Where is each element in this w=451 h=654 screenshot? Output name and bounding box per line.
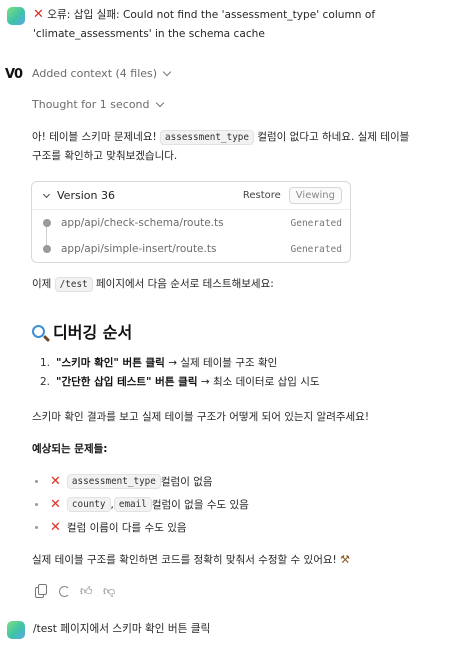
list-item: ✕ county, email 컬럼이 없을 수도 있음 [32, 493, 249, 516]
chevron-down-icon [155, 98, 164, 108]
intro-text-b: 컬럼이 없다고 하네요. 실제 테이블 [254, 131, 410, 143]
restore-button[interactable]: Restore [243, 190, 281, 201]
inline-code: assessment_type [66, 474, 161, 489]
expected-title: 예상되는 문제들: [32, 440, 107, 459]
tools-icon: ⚒ [340, 553, 350, 566]
step-number: 2. [40, 376, 51, 388]
version-title: Version 36 [57, 189, 115, 202]
magnifying-glass-icon [32, 324, 45, 338]
issue-text: 컬럼이 없을 수도 있음 [151, 499, 249, 511]
thought-toggle[interactable]: Thought for 1 second [32, 98, 164, 111]
user-message-2: /test 페이지에서 스키마 확인 버튼 클릭 [33, 623, 211, 635]
result-paragraph: 스키마 확인 결과를 보고 실제 테이블 구조가 어떻게 되어 있는지 알려주세… [32, 411, 370, 423]
test-paragraph: 이제 /test 페이지에서 다음 순서로 테스트해보세요: [32, 275, 274, 294]
step-bold: "간단한 삽입 테스트" 버튼 클릭 [56, 376, 198, 388]
closing-paragraph: 실제 테이블 구조를 확인하면 코드를 정확히 맞춰서 수정할 수 있어요! ⚒ [32, 550, 350, 570]
user-avatar [7, 7, 25, 25]
step-bold: "스키마 확인" 버튼 클릭 [56, 357, 165, 369]
cross-mark-icon: ✕ [50, 474, 61, 489]
list-item: ✕ assessment_type 컬럼이 없음 [32, 470, 249, 493]
file-path: app/api/check-schema/route.ts [61, 217, 224, 229]
cross-mark-icon: ✕ [50, 520, 61, 535]
section-heading: 디버깅 순서 [32, 319, 132, 343]
added-context-label: Added context (4 files) [32, 67, 158, 80]
step-rest: → 실제 테이블 구조 확인 [164, 357, 278, 369]
message-actions: 👍︎ 👎︎ [34, 584, 117, 598]
issue-text: 컬럼 이름이 다를 수도 있음 [66, 522, 187, 534]
intro-text-c: 구조를 확인하고 맞춰보겠습니다. [32, 150, 178, 162]
issues-list: ✕ assessment_type 컬럼이 없음 ✕ county, email… [32, 470, 249, 539]
inline-code: email [113, 497, 152, 512]
file-path: app/api/simple-insert/route.ts [61, 243, 217, 255]
step-rest: → 최소 데이터로 삽입 시도 [197, 376, 320, 388]
inline-code: county [66, 497, 111, 512]
version-card-header[interactable]: Version 36 Restore Viewing [32, 182, 350, 210]
user-message-error: ✕ 오류: 삽입 실패: Could not find the 'assessm… [33, 6, 443, 44]
test-text-a: 이제 [32, 278, 55, 290]
list-item: ✕ 컬럼 이름이 다를 수도 있음 [32, 516, 249, 539]
bullet [35, 503, 38, 506]
thumbs-up-icon[interactable]: 👍︎ [80, 584, 94, 598]
version-card: Version 36 Restore Viewing app/api/check… [31, 181, 351, 263]
thumbs-down-icon[interactable]: 👎︎ [103, 584, 117, 598]
inline-code: assessment_type [160, 130, 254, 145]
intro-text-a: 아! 테이블 스키마 문제네요! [32, 131, 161, 143]
file-row[interactable]: app/api/simple-insert/route.ts Generated [32, 236, 350, 262]
file-dot-icon [43, 219, 51, 227]
chevron-down-icon [162, 67, 172, 77]
thought-label: Thought for 1 second [32, 98, 150, 111]
v0-logo: V0 [5, 67, 23, 82]
list-item: 2. "간단한 삽입 테스트" 버튼 클릭 → 최소 데이터로 삽입 시도 [40, 373, 320, 392]
cross-mark-icon: ✕ [33, 7, 44, 22]
copy-icon[interactable] [34, 584, 48, 598]
file-dot-icon [43, 245, 51, 253]
added-context-toggle[interactable]: Added context (4 files) [32, 67, 172, 80]
error-line-1: 오류: 삽입 실패: Could not find the 'assessmen… [47, 9, 376, 21]
cross-mark-icon: ✕ [50, 497, 61, 512]
viewing-badge: Viewing [288, 187, 342, 204]
intro-paragraph: 아! 테이블 스키마 문제네요! assessment_type 컬럼이 없다고… [32, 128, 444, 166]
expected-title-text: 예상되는 문제들: [32, 443, 108, 455]
file-status: Generated [290, 243, 342, 255]
bullet [35, 526, 38, 529]
heading-text: 디버깅 순서 [53, 323, 133, 342]
step-number: 1. [40, 357, 51, 369]
issue-text: 컬럼이 없음 [160, 476, 213, 488]
file-status: Generated [290, 217, 342, 229]
inline-code: /test [54, 277, 93, 292]
file-row[interactable]: app/api/check-schema/route.ts Generated [32, 210, 350, 236]
test-text-b: 페이지에서 다음 순서로 테스트해보세요: [92, 278, 274, 290]
user-avatar [7, 621, 25, 639]
steps-list: 1. "스키마 확인" 버튼 클릭 → 실제 테이블 구조 확인 2. "간단한… [40, 354, 320, 392]
error-line-2: 'climate_assessments' in the schema cach… [33, 28, 265, 40]
closing-text: 실제 테이블 구조를 확인하면 코드를 정확히 맞춰서 수정할 수 있어요! [32, 554, 341, 566]
regenerate-icon[interactable] [57, 584, 71, 598]
list-item: 1. "스키마 확인" 버튼 클릭 → 실제 테이블 구조 확인 [40, 354, 320, 373]
chevron-down-icon [42, 190, 51, 198]
bullet [35, 480, 38, 483]
